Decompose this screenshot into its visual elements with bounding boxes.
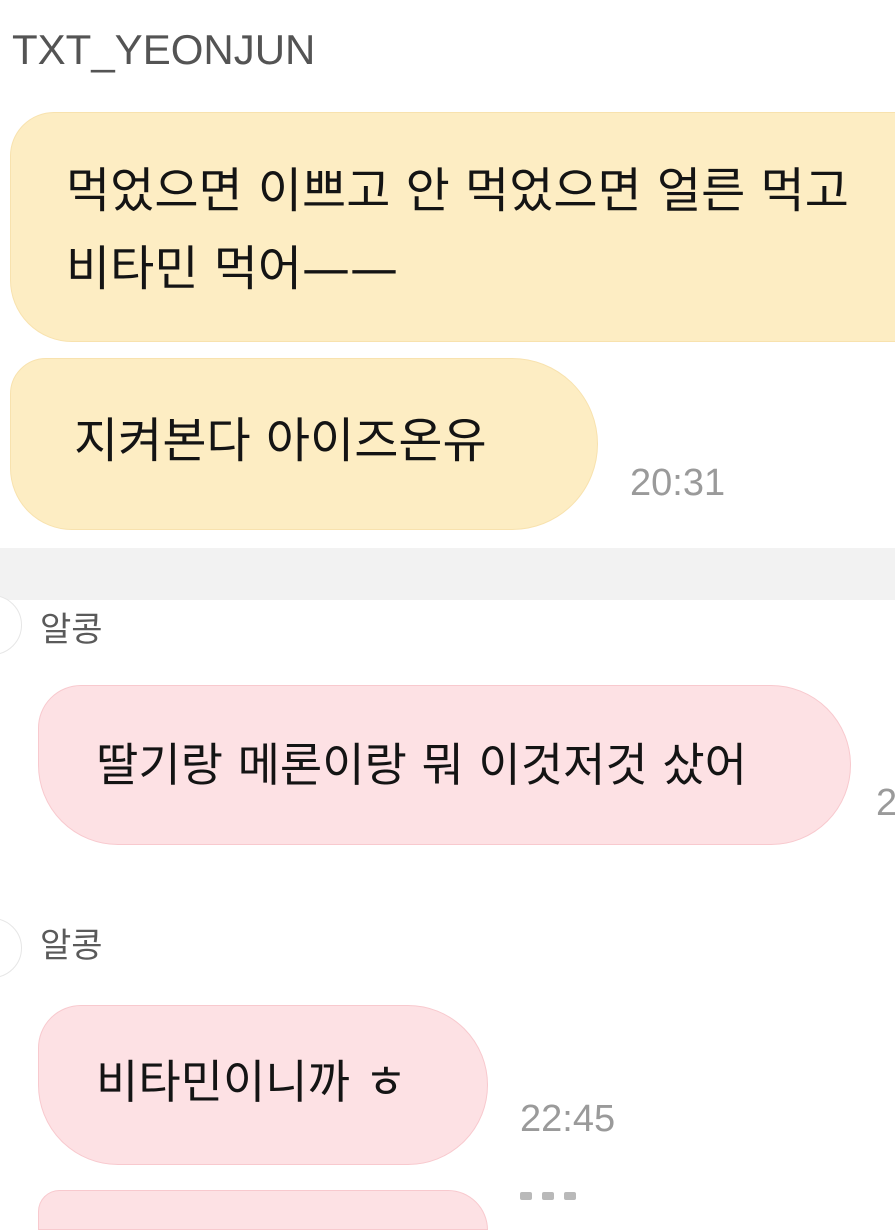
message-timestamp: 22:45 [520, 1098, 616, 1140]
artist-message-text: 먹었으면 이쁘고 안 먹었으면 얼른 먹고 비타민 먹어—— [66, 163, 849, 297]
artist-message-text: 지켜본다 아이즈온유 [74, 413, 487, 469]
message-timestamp: 2 [876, 782, 895, 824]
fan-message-text: 비타민이니까 ㅎ [96, 1055, 407, 1109]
artist-name[interactable]: TXT_YEONJUN [12, 24, 315, 76]
section-divider [0, 548, 895, 600]
fan-message-bubble-partial[interactable] [38, 1190, 488, 1230]
fan-name: 알콩 [40, 926, 103, 966]
message-timestamp: 20:31 [630, 462, 726, 504]
cut-off-timestamp [520, 1188, 600, 1200]
fan-message-text: 딸기랑 메론이랑 뭐 이것저것 샀어 [96, 738, 747, 792]
fan-name: 알콩 [40, 610, 103, 650]
